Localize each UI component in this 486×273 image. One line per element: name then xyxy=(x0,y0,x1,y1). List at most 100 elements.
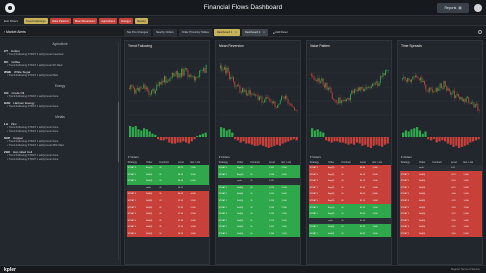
close-icon[interactable]: × xyxy=(235,31,237,34)
table-row[interactable]: STRAT 5 Sell(S) J0 1,202 1,500 xyxy=(218,224,300,231)
table-row[interactable]: settle J0 81.64 xyxy=(309,217,391,225)
table-cell: STRAT 1 xyxy=(218,197,237,205)
table-row[interactable]: STRAT 3 Sell(S) -2.25 1,500 xyxy=(400,224,482,231)
table-row[interactable]: STRAT 3 Buy(S) J0 82.35 1,500 xyxy=(309,204,391,211)
table-row[interactable]: STRAT 5 Sell(S) J0 1,262 3,000 xyxy=(218,191,300,198)
table-row[interactable]: STRAT 1 Sell(S) J0 1,250 1,000 xyxy=(218,197,300,205)
table-row[interactable]: STRAT 5 Buy(S) J0 84.60 2,000 xyxy=(309,164,391,172)
tab-nearby-orders[interactable]: Nearby Orders xyxy=(153,29,177,36)
table-row[interactable]: STRAT 6 Buy(S) J0 84.10 2,500 xyxy=(309,171,391,178)
table-row[interactable]: STRAT 2 Sell(S) J5 97.20 1,500 xyxy=(127,224,209,231)
table-row[interactable]: STRAT 1 Buy(S) J0 82.00 2,500 xyxy=(309,210,391,218)
sidebar-scrollbar[interactable] xyxy=(117,42,119,260)
close-icon[interactable]: × xyxy=(263,31,265,34)
table-row[interactable]: STRAT 5 Sell(S) J0 98.46 5,000 xyxy=(127,177,209,185)
alert-item[interactable]: KCCoffeeTrend Following STRAT 1 sell(s) … xyxy=(0,59,120,70)
close-icon[interactable]: × xyxy=(44,20,46,23)
table-row[interactable]: STRAT 5 Buy(S) J0 1,312 2,000 xyxy=(218,164,300,172)
table-row[interactable]: STRAT 6 Sell(S) J0 96.95 1,000 xyxy=(127,230,209,238)
table-cell: Sell(S) xyxy=(236,184,250,192)
table-row[interactable]: STRAT 5 Sell(S) J0 1,190 1,000 xyxy=(218,230,300,238)
panel-title[interactable]: Trend Following xyxy=(128,44,152,48)
table-row[interactable]: STRAT 5 Buy(S) J0 82.70 1,000 xyxy=(309,197,391,205)
tab-add-panel[interactable]: ⊕ Add Panel xyxy=(270,29,291,36)
table-row[interactable]: STRAT 1 Buy(S) J0 83.40 3,000 xyxy=(309,184,391,192)
table-row[interactable]: settle 0.00 xyxy=(400,164,482,172)
close-icon[interactable]: × xyxy=(94,20,96,23)
table-row[interactable]: STRAT 5 Sell(S) J0 1,214 2,000 xyxy=(218,217,300,225)
table-row[interactable]: STRAT 3 Sell(S) J5 98.08 4,500 xyxy=(127,191,209,198)
panel-title[interactable]: Mean Reversion xyxy=(219,44,244,48)
table-row[interactable]: STRAT 3 Sell(S) -1.25 1,000 xyxy=(400,197,482,205)
panel-title[interactable]: Value Pattern xyxy=(310,44,330,48)
tab-dashboard-2[interactable]: Dashboard 2 × xyxy=(241,29,268,36)
filter-chip[interactable]: Metals × xyxy=(135,18,149,24)
alert-item[interactable]: WHEWhite SugarTrend Following STRAT 1 se… xyxy=(0,69,120,80)
table-row[interactable]: settle J6 98.31 xyxy=(127,184,209,192)
candle xyxy=(408,77,410,81)
table-row[interactable]: STRAT 1 Sell(S) J0 97.95 1,500 xyxy=(127,197,209,205)
table-row[interactable]: STRAT 5 Sell(S) -1.00 2,500 xyxy=(400,191,482,198)
table-row[interactable]: STRAT 1 Sell(S) J0 80.85 1,500 xyxy=(309,230,391,238)
table-row[interactable]: STRAT 3 Buy(S) J0 98.73 7,500 xyxy=(127,164,209,172)
close-icon[interactable]: × xyxy=(145,20,147,23)
table-cell: J0 xyxy=(340,164,360,172)
table-row[interactable]: STRAT 5 Sell(S) J0 1,274 2,500 xyxy=(218,184,300,192)
reports-button[interactable]: Reports ▤ xyxy=(437,3,469,13)
table-row[interactable]: STRAT 5 Buy(S) J0 1,298 1,500 xyxy=(218,171,300,178)
tab-order-proximity-tables[interactable]: Order Proximity Tables xyxy=(178,29,212,36)
avatar[interactable] xyxy=(474,4,482,12)
table-row[interactable]: STRAT 5 Buy(S) J0 83.05 2,000 xyxy=(309,191,391,198)
orders-section-toggle[interactable]: ▾ Orders xyxy=(128,155,139,159)
tab-net-pos-changes[interactable]: Net Pos Changes xyxy=(124,29,152,36)
table-row[interactable]: STRAT 3 Sell(S) J0 97.66 2,500 xyxy=(127,210,209,218)
table-row[interactable]: STRAT 6 Sell(S) J0 97.44 1,000 xyxy=(127,217,209,225)
filter-chip[interactable]: Mean Reversion × xyxy=(72,18,98,24)
table-row[interactable]: STRAT 5 Sell(S) J5 97.81 2,000 xyxy=(127,204,209,211)
candle xyxy=(442,87,444,89)
alert-item[interactable]: CTCottonTrend Following STRAT 3 sell(s) … xyxy=(0,48,120,59)
table-row[interactable]: STRAT 5 Sell(S) -0.50 1,500 xyxy=(400,177,482,185)
filter-chip[interactable]: Value Pattern × xyxy=(49,18,71,24)
table-row[interactable]: STRAT 3 Sell(S) J0 1,226 1,500 xyxy=(218,210,300,218)
filter-chip[interactable]: Agriculture × xyxy=(99,18,118,24)
table-row[interactable]: settle J0 1,287 xyxy=(218,177,300,185)
orders-section-toggle[interactable]: ▾ Orders xyxy=(401,155,412,159)
alert-item[interactable]: HAEHarbour EnergyTrend Following STRAT 1… xyxy=(0,100,120,111)
market-alerts-title[interactable]: ‹ Market Alerts xyxy=(4,30,26,34)
price-chart[interactable] xyxy=(309,51,391,151)
table-row[interactable]: STRAT 3 Buy(S) J0 83.75 1,500 xyxy=(309,177,391,185)
alert-item[interactable]: ZHCHot-rolled CoilTrend Following STRAT … xyxy=(0,149,120,163)
table-row[interactable]: STRAT 5 Sell(S) -1.50 1,500 xyxy=(400,204,482,211)
alert-item[interactable]: SCPCopperTrend Following STRAT 1 sell(s)… xyxy=(0,135,120,149)
table-row[interactable]: STRAT 1 Sell(S) -0.75 3,000 xyxy=(400,184,482,192)
close-icon[interactable]: × xyxy=(67,20,69,23)
panel-title[interactable]: Time Spreads xyxy=(401,44,422,48)
footer-links[interactable]: Support Terms of Service xyxy=(451,268,480,271)
alert-item[interactable]: LAZincTrend Following STRAT 1 sell(s) le… xyxy=(0,121,120,135)
close-icon[interactable]: × xyxy=(129,20,131,23)
table-row[interactable]: STRAT 5 Sell(S) -2.00 1,000 xyxy=(400,217,482,225)
alert-item[interactable]: COCrude OilTrend Following STRAT 1 sell(… xyxy=(0,90,120,101)
close-icon[interactable]: × xyxy=(114,20,116,23)
position-bar xyxy=(201,133,204,137)
table-row[interactable]: STRAT 5 Sell(S) J5 98.53 3,500 xyxy=(127,171,209,178)
candle xyxy=(417,77,419,79)
price-chart[interactable] xyxy=(218,51,300,151)
table-row[interactable]: STRAT 5 Sell(S) -0.25 2,000 xyxy=(400,171,482,178)
tab-dashboard-1[interactable]: Dashboard 1 × xyxy=(213,29,240,36)
table-row[interactable]: STRAT 5 Sell(S) -2.50 2,000 xyxy=(400,230,482,238)
price-chart[interactable] xyxy=(127,51,209,151)
table-row[interactable]: STRAT 5 Sell(S) J0 1,238 2,000 xyxy=(218,204,300,211)
orders-section-toggle[interactable]: ▾ Orders xyxy=(219,155,230,159)
scrollbar-thumb[interactable] xyxy=(117,102,119,162)
settings-icon[interactable] xyxy=(478,30,482,34)
exit-filters-button[interactable]: Exit Filters xyxy=(4,19,18,23)
price-chart[interactable] xyxy=(400,51,482,151)
filter-chip[interactable]: Trend Following × xyxy=(24,18,48,24)
table-row[interactable]: STRAT 1 Sell(S) -1.75 2,000 xyxy=(400,210,482,218)
filter-chip[interactable]: Energy × xyxy=(119,18,133,24)
position-bar xyxy=(173,137,176,144)
table-row[interactable]: STRAT 1 Sell(S) J0 81.20 1,000 xyxy=(309,224,391,231)
orders-section-toggle[interactable]: ▾ Orders xyxy=(310,155,321,159)
